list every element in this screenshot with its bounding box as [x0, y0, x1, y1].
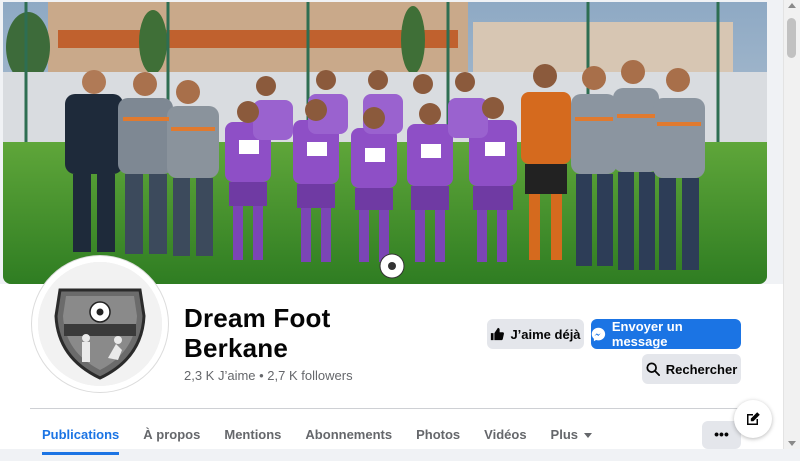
thumbs-up-icon [491, 327, 505, 341]
scroll-down-icon[interactable] [788, 441, 796, 446]
cover-photo[interactable] [3, 2, 767, 284]
page-stats[interactable]: 2,3 K J’aime • 2,7 K followers [184, 368, 353, 383]
page-avatar[interactable] [38, 262, 162, 386]
tab-photos[interactable]: Photos [404, 409, 472, 449]
page-title: Dream Foot Berkane [184, 303, 444, 363]
profile-tabs: Publications À propos Mentions Abonnemen… [30, 409, 604, 455]
tab-about[interactable]: À propos [131, 409, 212, 449]
search-page-button[interactable]: Rechercher [642, 354, 741, 384]
scrollbar-thumb[interactable] [787, 18, 796, 58]
search-icon [646, 362, 660, 376]
tab-videos[interactable]: Vidéos [472, 409, 538, 449]
new-message-button[interactable] [734, 400, 772, 438]
page-title-line1: Dream Foot [184, 303, 331, 333]
tab-publications[interactable]: Publications [30, 409, 131, 455]
send-message-label: Envoyer un message [611, 319, 683, 349]
tab-more[interactable]: Plus [539, 409, 604, 449]
club-logo [38, 262, 162, 386]
scroll-up-icon[interactable] [788, 3, 796, 8]
tab-mentions[interactable]: Mentions [212, 409, 293, 449]
compose-icon [747, 412, 760, 425]
chevron-down-icon [584, 433, 593, 439]
tab-following[interactable]: Abonnements [293, 409, 404, 449]
search-page-label: Rechercher [665, 361, 738, 377]
team-photo-illustration [3, 2, 767, 284]
page-title-line2: Berkane [184, 333, 289, 363]
liked-button-label: J’aime déjà [510, 326, 581, 342]
messenger-icon [591, 327, 606, 341]
liked-button[interactable]: J’aime déjà [487, 319, 584, 349]
send-message-button[interactable]: Envoyer un message [591, 319, 741, 349]
page-scrollbar[interactable] [783, 0, 800, 449]
